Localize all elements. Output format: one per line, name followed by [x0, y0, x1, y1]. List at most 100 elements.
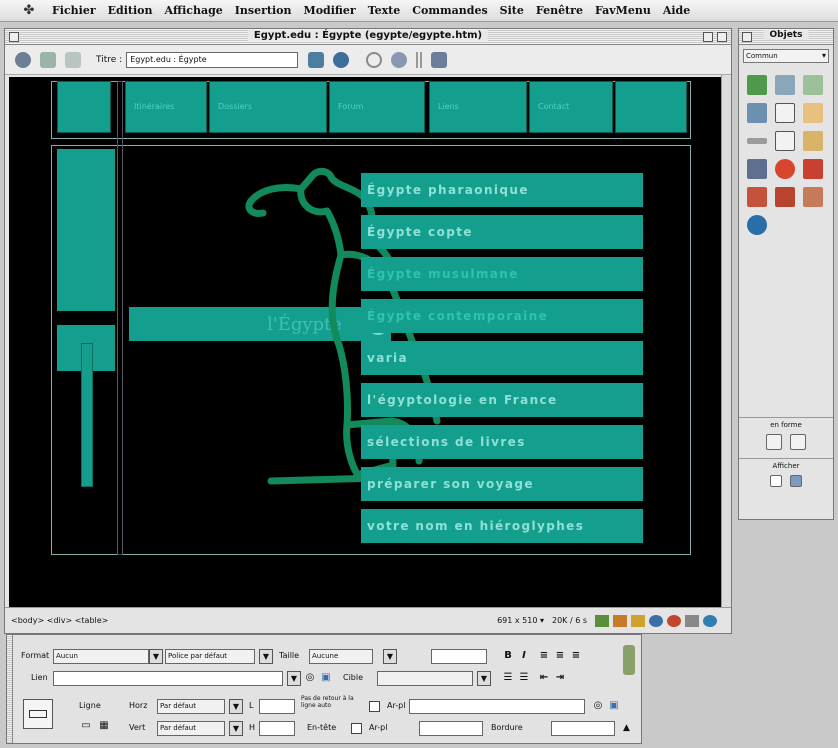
vert-align-select[interactable]: Par défaut [157, 721, 225, 736]
vert-dropdown-icon[interactable]: ▼ [229, 721, 243, 736]
menu-item[interactable]: varia [361, 341, 643, 375]
close-box-icon[interactable] [9, 32, 19, 42]
insert-date-icon[interactable] [803, 131, 823, 151]
menu-favmenu[interactable]: FavMenu [589, 4, 657, 17]
border-color-input[interactable] [551, 721, 615, 736]
link-dropdown-icon[interactable]: ▼ [287, 671, 301, 686]
insert-fireworks-icon[interactable] [775, 187, 795, 207]
bg-browse-folder-icon[interactable]: ▣ [607, 699, 621, 713]
insert-plugin-icon[interactable] [803, 187, 823, 207]
menu-item[interactable]: Égypte pharaonique [361, 173, 643, 207]
insert-generator-icon[interactable] [747, 187, 767, 207]
preview-browser-icon[interactable] [333, 51, 350, 68]
vertical-scrollbar[interactable] [721, 75, 731, 609]
top-nav-cell[interactable]: Forum [329, 81, 425, 133]
header-checkbox[interactable] [351, 723, 362, 734]
format-dropdown-icon[interactable]: ▼ [149, 649, 163, 664]
height-input[interactable] [259, 721, 295, 736]
properties-drag-bar[interactable] [7, 635, 13, 743]
page-title-input[interactable]: Egypt.edu : Égypte [126, 51, 299, 68]
launcher-timeline-icon[interactable] [685, 614, 699, 627]
show-checkbox-icon[interactable] [770, 475, 782, 487]
menu-fenetre[interactable]: Fenêtre [530, 4, 589, 17]
top-nav-cell-logo[interactable] [57, 81, 111, 133]
bg-point-to-file-icon[interactable]: ◎ [591, 699, 605, 713]
file-management-icon[interactable] [308, 51, 325, 68]
launcher-code-icon[interactable] [703, 614, 717, 627]
objects-titlebar[interactable]: Objets [739, 29, 833, 45]
reference-icon[interactable] [391, 51, 408, 68]
show-layout-icon[interactable] [790, 475, 802, 487]
nowrap-checkbox[interactable] [369, 701, 380, 712]
top-nav-cell[interactable]: Itinéraires [125, 81, 207, 133]
site-view-icon[interactable] [15, 51, 31, 68]
bg-image-input[interactable] [409, 699, 585, 714]
target-select[interactable] [377, 671, 473, 686]
launcher-site-icon[interactable] [595, 614, 609, 627]
insert-tabular-data-icon[interactable] [747, 103, 767, 123]
collapse-box-icon[interactable] [717, 32, 727, 42]
menu-item[interactable]: Égypte contemporaine [361, 299, 643, 333]
code-nav-icon[interactable] [416, 51, 423, 68]
indent-icon[interactable]: ⇥ [553, 671, 567, 685]
quick-tag-editor-icon[interactable] [623, 645, 635, 675]
target-dropdown-icon[interactable]: ▼ [477, 671, 491, 686]
window-size-readout[interactable]: 691 x 510 ▾ [497, 616, 544, 625]
insert-email-icon[interactable] [775, 131, 795, 151]
menu-texte[interactable]: Texte [362, 4, 407, 17]
font-select[interactable]: Police par défaut [165, 649, 255, 664]
ordered-list-icon[interactable]: ☰ [517, 671, 531, 685]
insert-table-icon[interactable] [803, 75, 823, 95]
width-input[interactable] [259, 699, 295, 714]
design-view-icon[interactable] [65, 51, 81, 68]
apple-menu-icon[interactable]: ✤ [20, 2, 38, 20]
top-nav-cell[interactable]: Liens [429, 81, 527, 133]
insert-activex-icon[interactable] [747, 215, 767, 235]
tag-selector[interactable]: <body> <div> <table> [11, 616, 108, 625]
size-select[interactable]: Aucune [309, 649, 373, 664]
insert-shockwave-icon[interactable] [803, 159, 823, 179]
design-canvas[interactable]: Itinéraires Dossiers Forum Liens Contact… [9, 77, 721, 607]
insert-tabular-import-icon[interactable] [747, 159, 767, 179]
menu-item[interactable]: préparer son voyage [361, 467, 643, 501]
menu-item[interactable]: Égypte copte [361, 215, 643, 249]
horz-align-select[interactable]: Par défaut [157, 699, 225, 714]
view-options-icon[interactable] [431, 51, 448, 68]
align-right-icon[interactable]: ≡ [569, 649, 583, 663]
size-dropdown-icon[interactable]: ▼ [383, 649, 397, 664]
refresh-icon[interactable] [366, 51, 383, 68]
bg-color-input[interactable] [419, 721, 483, 736]
unordered-list-icon[interactable]: ☰ [501, 671, 515, 685]
font-dropdown-icon[interactable]: ▼ [259, 649, 273, 664]
layout-view-icon[interactable] [790, 434, 806, 450]
menu-aide[interactable]: Aide [657, 4, 696, 17]
bold-icon[interactable]: B [501, 649, 515, 663]
document-titlebar[interactable]: Egypt.edu : Égypte (egypte/egypte.htm) [5, 29, 731, 45]
insert-navbar-icon[interactable] [803, 103, 823, 123]
align-left-icon[interactable]: ≡ [537, 649, 551, 663]
launcher-css-icon[interactable] [631, 614, 645, 627]
standard-view-icon[interactable] [766, 434, 782, 450]
zoom-box-icon[interactable] [703, 32, 713, 42]
insert-layer-icon[interactable] [775, 103, 795, 123]
italic-icon[interactable]: I [517, 649, 531, 663]
top-nav-cell[interactable]: Contact [529, 81, 613, 133]
menu-insertion[interactable]: Insertion [229, 4, 298, 17]
top-nav-cell[interactable]: Dossiers [209, 81, 327, 133]
align-center-icon[interactable]: ≡ [553, 649, 567, 663]
menu-fichier[interactable]: Fichier [46, 4, 102, 17]
insert-flash-icon[interactable] [775, 159, 795, 179]
menu-item[interactable]: votre nom en hiéroglyphes [361, 509, 643, 543]
format-select[interactable]: Aucun [53, 649, 149, 664]
objects-category-select[interactable]: Commun [743, 49, 829, 63]
top-nav-cell[interactable] [615, 81, 687, 133]
link-input[interactable] [53, 671, 283, 686]
launcher-behaviors-icon[interactable] [649, 614, 663, 627]
point-to-file-icon[interactable]: ◎ [303, 671, 317, 685]
menu-item[interactable]: Égypte musulmane [361, 257, 643, 291]
launcher-assets-icon[interactable] [613, 614, 627, 627]
insert-rollover-icon[interactable] [775, 75, 795, 95]
browse-folder-icon[interactable]: ▣ [319, 671, 333, 685]
menu-modifier[interactable]: Modifier [298, 4, 362, 17]
objects-close-icon[interactable] [742, 32, 752, 42]
